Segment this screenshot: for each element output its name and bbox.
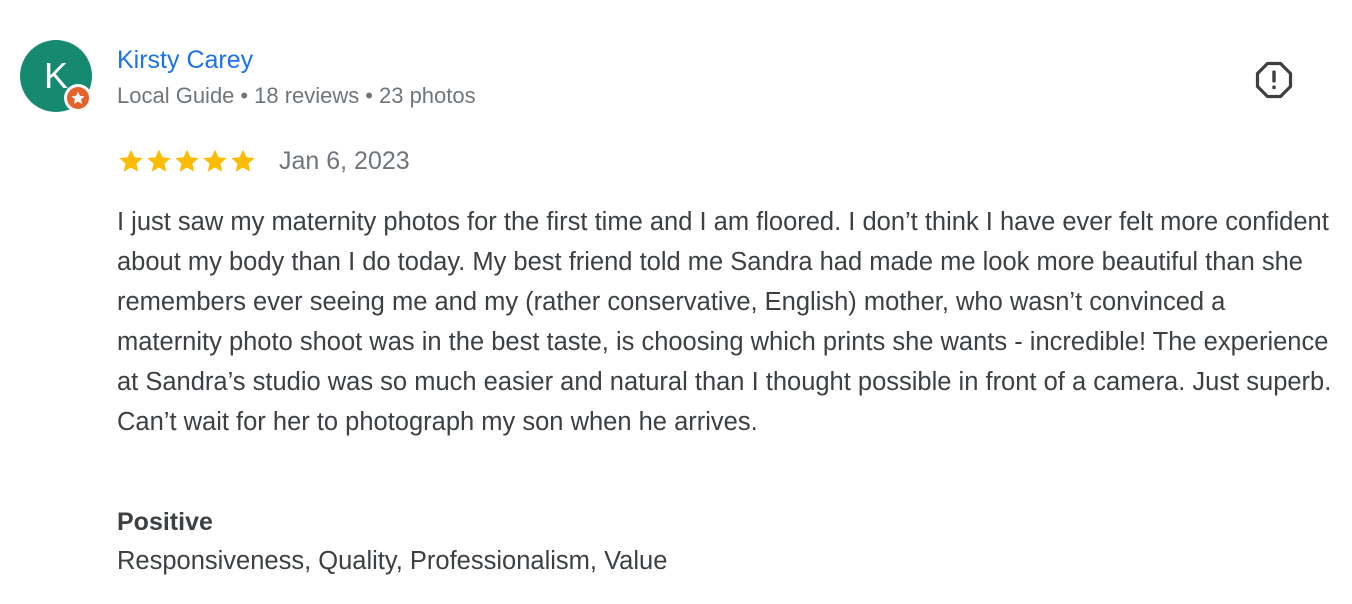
review-text: I just saw my maternity photos for the f… xyxy=(117,208,1332,436)
avatar-initial: K xyxy=(43,55,68,96)
author-photo-count: 23 photos xyxy=(378,83,476,108)
meta-separator: • xyxy=(365,83,373,108)
attribute-values: Responsiveness, Quality, Professionalism… xyxy=(117,547,668,575)
author-name[interactable]: Kirsty Carey xyxy=(117,44,253,76)
star-icon xyxy=(203,149,227,172)
local-guide-star-icon xyxy=(67,87,89,109)
local-guide-badge xyxy=(64,84,92,112)
star-icon xyxy=(231,149,255,172)
review-card: K Kirsty Carey Local Guide • 18 reviews • 23… xyxy=(0,0,1352,604)
report-review-button[interactable] xyxy=(1254,60,1294,100)
star-rating xyxy=(117,147,257,175)
author-review-count: 18 reviews xyxy=(254,83,360,108)
author-meta: Local Guide • 18 reviews • 23 photos xyxy=(117,82,476,110)
star-icon xyxy=(175,149,199,172)
author-role: Local Guide xyxy=(117,83,235,108)
star-icon xyxy=(147,149,171,172)
rating-row: Jan 6, 2023 xyxy=(117,144,410,178)
report-flag-icon xyxy=(1255,61,1293,99)
attribute-heading: Positive xyxy=(117,508,213,536)
meta-separator: • xyxy=(240,83,249,108)
star-icon xyxy=(119,149,143,172)
review-date: Jan 6, 2023 xyxy=(279,147,410,175)
